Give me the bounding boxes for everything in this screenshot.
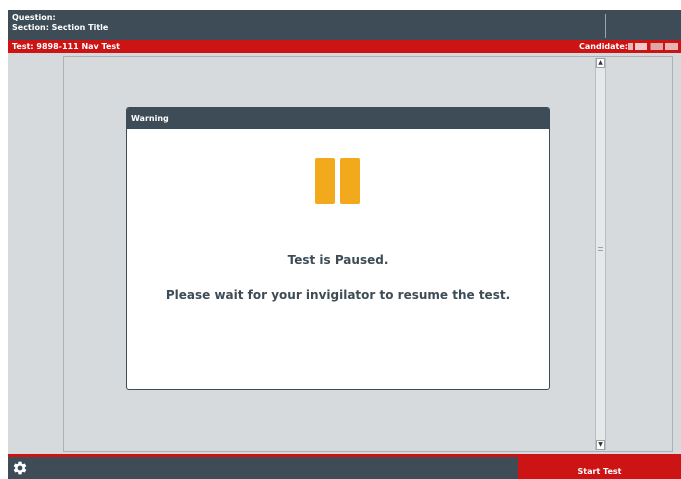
content-scrollbar[interactable]: ▲ ▼: [595, 58, 606, 450]
scroll-down-button[interactable]: ▼: [596, 440, 605, 450]
candidate-name-redacted: [628, 43, 678, 50]
invigilator-message: Please wait for your invigilator to resu…: [165, 288, 511, 302]
scroll-up-button[interactable]: ▲: [596, 58, 605, 68]
warning-dialog: Warning Test is Paused. Please wait for …: [126, 107, 550, 390]
pause-bar-left: [315, 158, 335, 204]
test-info-bar: Test: 9898-111 Nav Test Candidate:: [8, 40, 681, 53]
paused-message: Test is Paused.: [287, 253, 389, 267]
candidate-label: Candidate:: [579, 42, 629, 51]
question-label: Question:: [12, 13, 56, 22]
section-title: Section: Section Title: [12, 23, 109, 32]
test-name: Test: 9898-111 Nav Test: [12, 42, 120, 51]
test-header: Question: Section: Section Title: [8, 10, 681, 40]
dialog-title: Warning: [127, 108, 549, 129]
pause-icon: [315, 158, 362, 204]
gear-icon[interactable]: [12, 460, 28, 476]
test-app-window: Question: Section: Section Title Test: 9…: [8, 10, 681, 479]
scroll-thumb-grip[interactable]: [598, 247, 603, 251]
header-divider: [605, 14, 606, 38]
pause-bar-right: [340, 158, 360, 204]
test-footer: Start Test: [8, 457, 681, 479]
start-test-button[interactable]: Start Test: [518, 457, 681, 479]
